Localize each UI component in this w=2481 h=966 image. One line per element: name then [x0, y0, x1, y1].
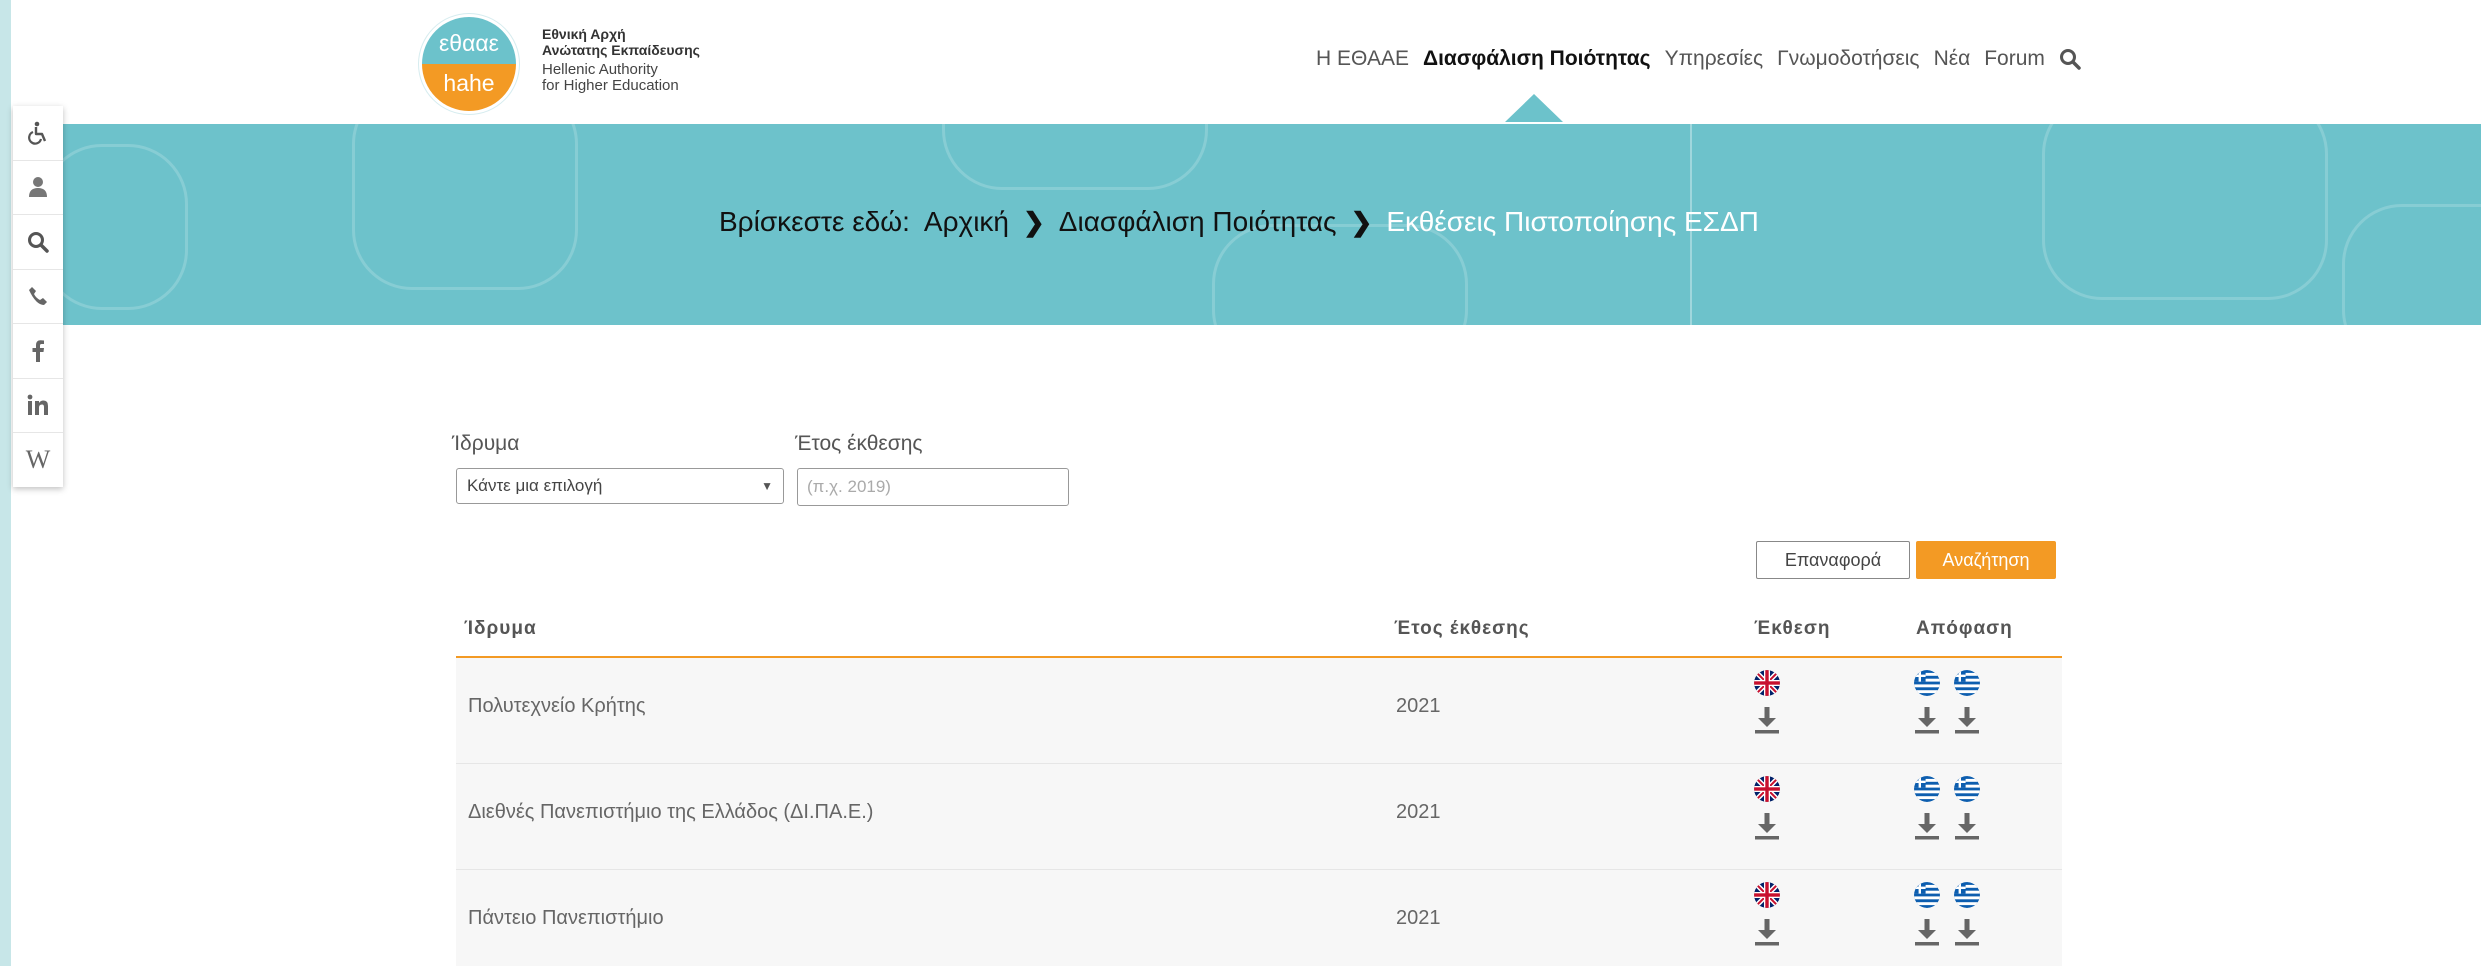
- banner-decoration: [62, 144, 188, 310]
- institution-select-value: Κάντε μια επιλογή: [467, 476, 603, 495]
- left-edge-strip: [0, 0, 11, 966]
- col-decision: Απόφαση: [1916, 618, 2013, 639]
- linkedin-icon: [27, 394, 48, 416]
- banner-decoration: [1212, 224, 1468, 325]
- year-input[interactable]: [797, 468, 1069, 506]
- banner-decoration: [2042, 124, 2328, 300]
- reset-button[interactable]: Επαναφορά: [1756, 541, 1910, 579]
- uk-flag-icon: [1754, 882, 1780, 908]
- institution-label: Ίδρυμα: [452, 432, 520, 455]
- active-nav-pointer: [1505, 94, 1563, 122]
- sidebar-search[interactable]: [13, 215, 63, 270]
- download-decision-icon[interactable]: [1914, 812, 1940, 840]
- search-icon[interactable]: [2059, 48, 2081, 70]
- greek-flag-icon: [1954, 776, 1980, 802]
- banner-decoration: [2342, 204, 2481, 325]
- wikipedia-icon: W: [25, 444, 51, 474]
- hahe-logo[interactable]: εθααε hahe: [419, 14, 519, 114]
- breadcrumb: Βρίσκεστε εδώ: Αρχική ❯ Διασφάλιση Ποιότ…: [719, 206, 1759, 238]
- org-name: Εθνική Αρχή Ανώτατης Εκπαίδευσης Helleni…: [542, 26, 700, 94]
- nav-item-quality-assurance[interactable]: Διασφάλιση Ποιότητας: [1423, 47, 1651, 71]
- greek-flag-icon: [1914, 776, 1940, 802]
- row-institution: Διεθνές Πανεπιστήμιο της Ελλάδος (ΔΙ.ΠΑ.…: [468, 801, 874, 823]
- sidebar-phone[interactable]: [13, 270, 63, 324]
- table-row: Διεθνές Πανεπιστήμιο της Ελλάδος (ΔΙ.ΠΑ.…: [456, 764, 2062, 870]
- download-decision-icon[interactable]: [1954, 812, 1980, 840]
- org-name-en-2: for Higher Education: [542, 77, 679, 94]
- year-label: Έτος έκθεσης: [795, 432, 923, 455]
- sidebar-linkedin[interactable]: [13, 379, 63, 433]
- table-row: Πάντειο Πανεπιστήμιο 2021: [456, 870, 2062, 966]
- org-name-en: Hellenic Authority for Higher Education: [542, 62, 700, 94]
- nav-item-news[interactable]: Νέα: [1934, 47, 1971, 71]
- breadcrumb-quality-assurance[interactable]: Διασφάλιση Ποιότητας: [1059, 206, 1337, 238]
- org-name-en-1: Hellenic Authority: [542, 61, 658, 78]
- greek-flag-icon: [1914, 882, 1940, 908]
- sidebar-facebook[interactable]: [13, 324, 63, 379]
- user-icon: [29, 177, 47, 198]
- nav-item-ethaae[interactable]: Η ΕΘΑΑΕ: [1316, 47, 1409, 71]
- table-header: Ίδρυμα Έτος έκθεσης Έκθεση Απόφαση: [456, 610, 2062, 658]
- download-decision-icon[interactable]: [1914, 706, 1940, 734]
- caret-down-icon: ▼: [761, 479, 773, 493]
- row-year: 2021: [1396, 801, 1441, 823]
- search-button[interactable]: Αναζήτηση: [1916, 541, 2056, 579]
- table-row: Πολυτεχνείο Κρήτης 2021: [456, 658, 2062, 764]
- download-decision-icon[interactable]: [1914, 918, 1940, 946]
- download-report-icon[interactable]: [1754, 812, 1780, 840]
- search-icon: [28, 231, 49, 253]
- institution-select[interactable]: Κάντε μια επιλογή ▼: [456, 468, 784, 504]
- row-year: 2021: [1396, 695, 1441, 717]
- sidebar-wikipedia[interactable]: W: [13, 433, 63, 487]
- main-nav: Η ΕΘΑΑΕ Διασφάλιση Ποιότητας Υπηρεσίες Γ…: [1316, 47, 2081, 71]
- breadcrumb-home[interactable]: Αρχική: [924, 206, 1009, 238]
- facebook-icon: [32, 339, 44, 362]
- breadcrumb-prefix: Βρίσκεστε εδώ:: [719, 206, 910, 237]
- col-year[interactable]: Έτος έκθεσης: [1394, 618, 1530, 640]
- sidebar-accessibility[interactable]: [13, 106, 63, 161]
- accessibility-sidebar: W: [13, 106, 63, 487]
- row-year: 2021: [1396, 907, 1441, 929]
- col-institution[interactable]: Ίδρυμα: [464, 618, 537, 640]
- chevron-right-icon: ❯: [1023, 206, 1045, 237]
- download-report-icon[interactable]: [1754, 918, 1780, 946]
- banner-decoration: [942, 124, 1208, 190]
- download-decision-icon[interactable]: [1954, 706, 1980, 734]
- org-name-gr-1: Εθνική Αρχή: [542, 26, 626, 42]
- greek-flag-icon: [1954, 882, 1980, 908]
- download-decision-icon[interactable]: [1954, 918, 1980, 946]
- col-report: Έκθεση: [1754, 618, 1831, 639]
- download-report-icon[interactable]: [1754, 706, 1780, 734]
- nav-item-services[interactable]: Υπηρεσίες: [1665, 47, 1764, 71]
- nav-item-opinions[interactable]: Γνωμοδοτήσεις: [1777, 47, 1919, 71]
- phone-icon: [29, 287, 47, 306]
- accessibility-icon: [28, 121, 47, 145]
- logo-bottom-text: hahe: [422, 64, 516, 111]
- chevron-right-icon: ❯: [1350, 206, 1373, 237]
- uk-flag-icon: [1754, 776, 1780, 802]
- logo-top-text: εθααε: [422, 17, 516, 64]
- breadcrumb-current: Εκθέσεις Πιστοποίησης ΕΣΔΠ: [1386, 206, 1759, 237]
- greek-flag-icon: [1914, 670, 1940, 696]
- nav-item-forum[interactable]: Forum: [1984, 47, 2045, 71]
- uk-flag-icon: [1754, 670, 1780, 696]
- sidebar-user[interactable]: [13, 161, 63, 215]
- banner-decoration: [352, 124, 578, 290]
- greek-flag-icon: [1954, 670, 1980, 696]
- org-name-gr-2: Ανώτατης Εκπαίδευσης: [542, 42, 700, 58]
- row-institution: Πολυτεχνείο Κρήτης: [468, 695, 646, 717]
- row-institution: Πάντειο Πανεπιστήμιο: [468, 907, 664, 929]
